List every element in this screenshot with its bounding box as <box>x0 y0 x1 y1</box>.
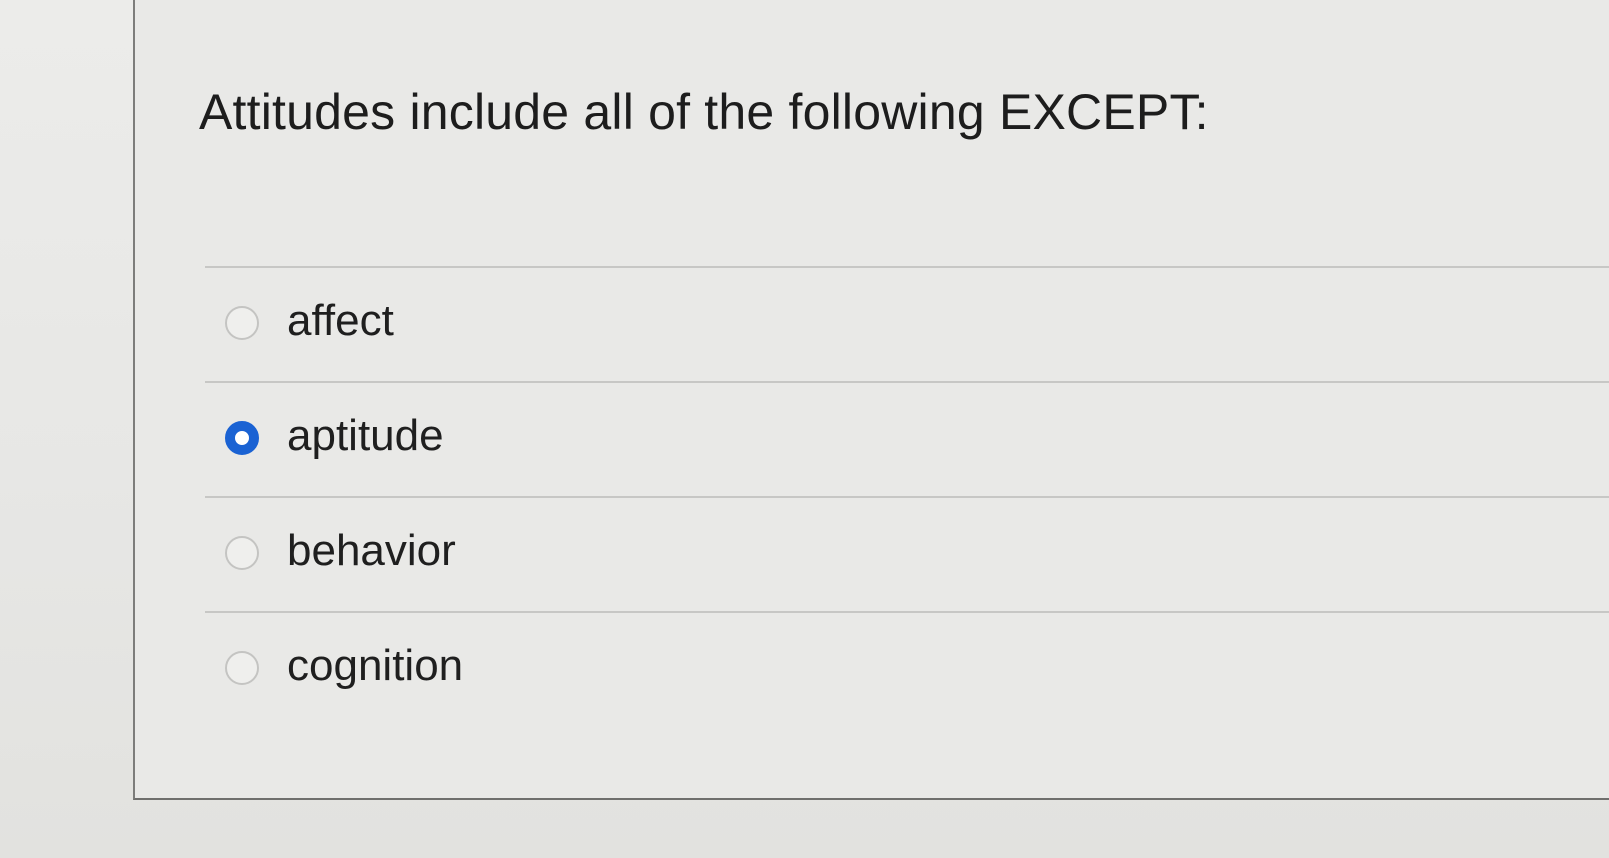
radio-button-affect[interactable] <box>225 306 259 340</box>
answer-label-cognition: cognition <box>287 641 464 690</box>
answer-label-affect: affect <box>287 296 394 345</box>
radio-button-cognition[interactable] <box>225 651 259 685</box>
radio-button-aptitude[interactable] <box>225 421 259 455</box>
question-text: Attitudes include all of the following E… <box>199 84 1209 140</box>
radio-button-behavior[interactable] <box>225 536 259 570</box>
quiz-page: Attitudes include all of the following E… <box>0 0 1609 858</box>
question-panel: Attitudes include all of the following E… <box>133 0 1609 800</box>
answer-option-behavior[interactable]: behavior <box>205 496 1609 611</box>
answer-label-aptitude: aptitude <box>287 411 444 460</box>
answer-list: affect aptitude behavior cognition <box>205 266 1609 726</box>
answer-option-aptitude[interactable]: aptitude <box>205 381 1609 496</box>
answer-option-cognition[interactable]: cognition <box>205 611 1609 726</box>
answer-label-behavior: behavior <box>287 526 456 575</box>
answer-option-affect[interactable]: affect <box>205 266 1609 381</box>
